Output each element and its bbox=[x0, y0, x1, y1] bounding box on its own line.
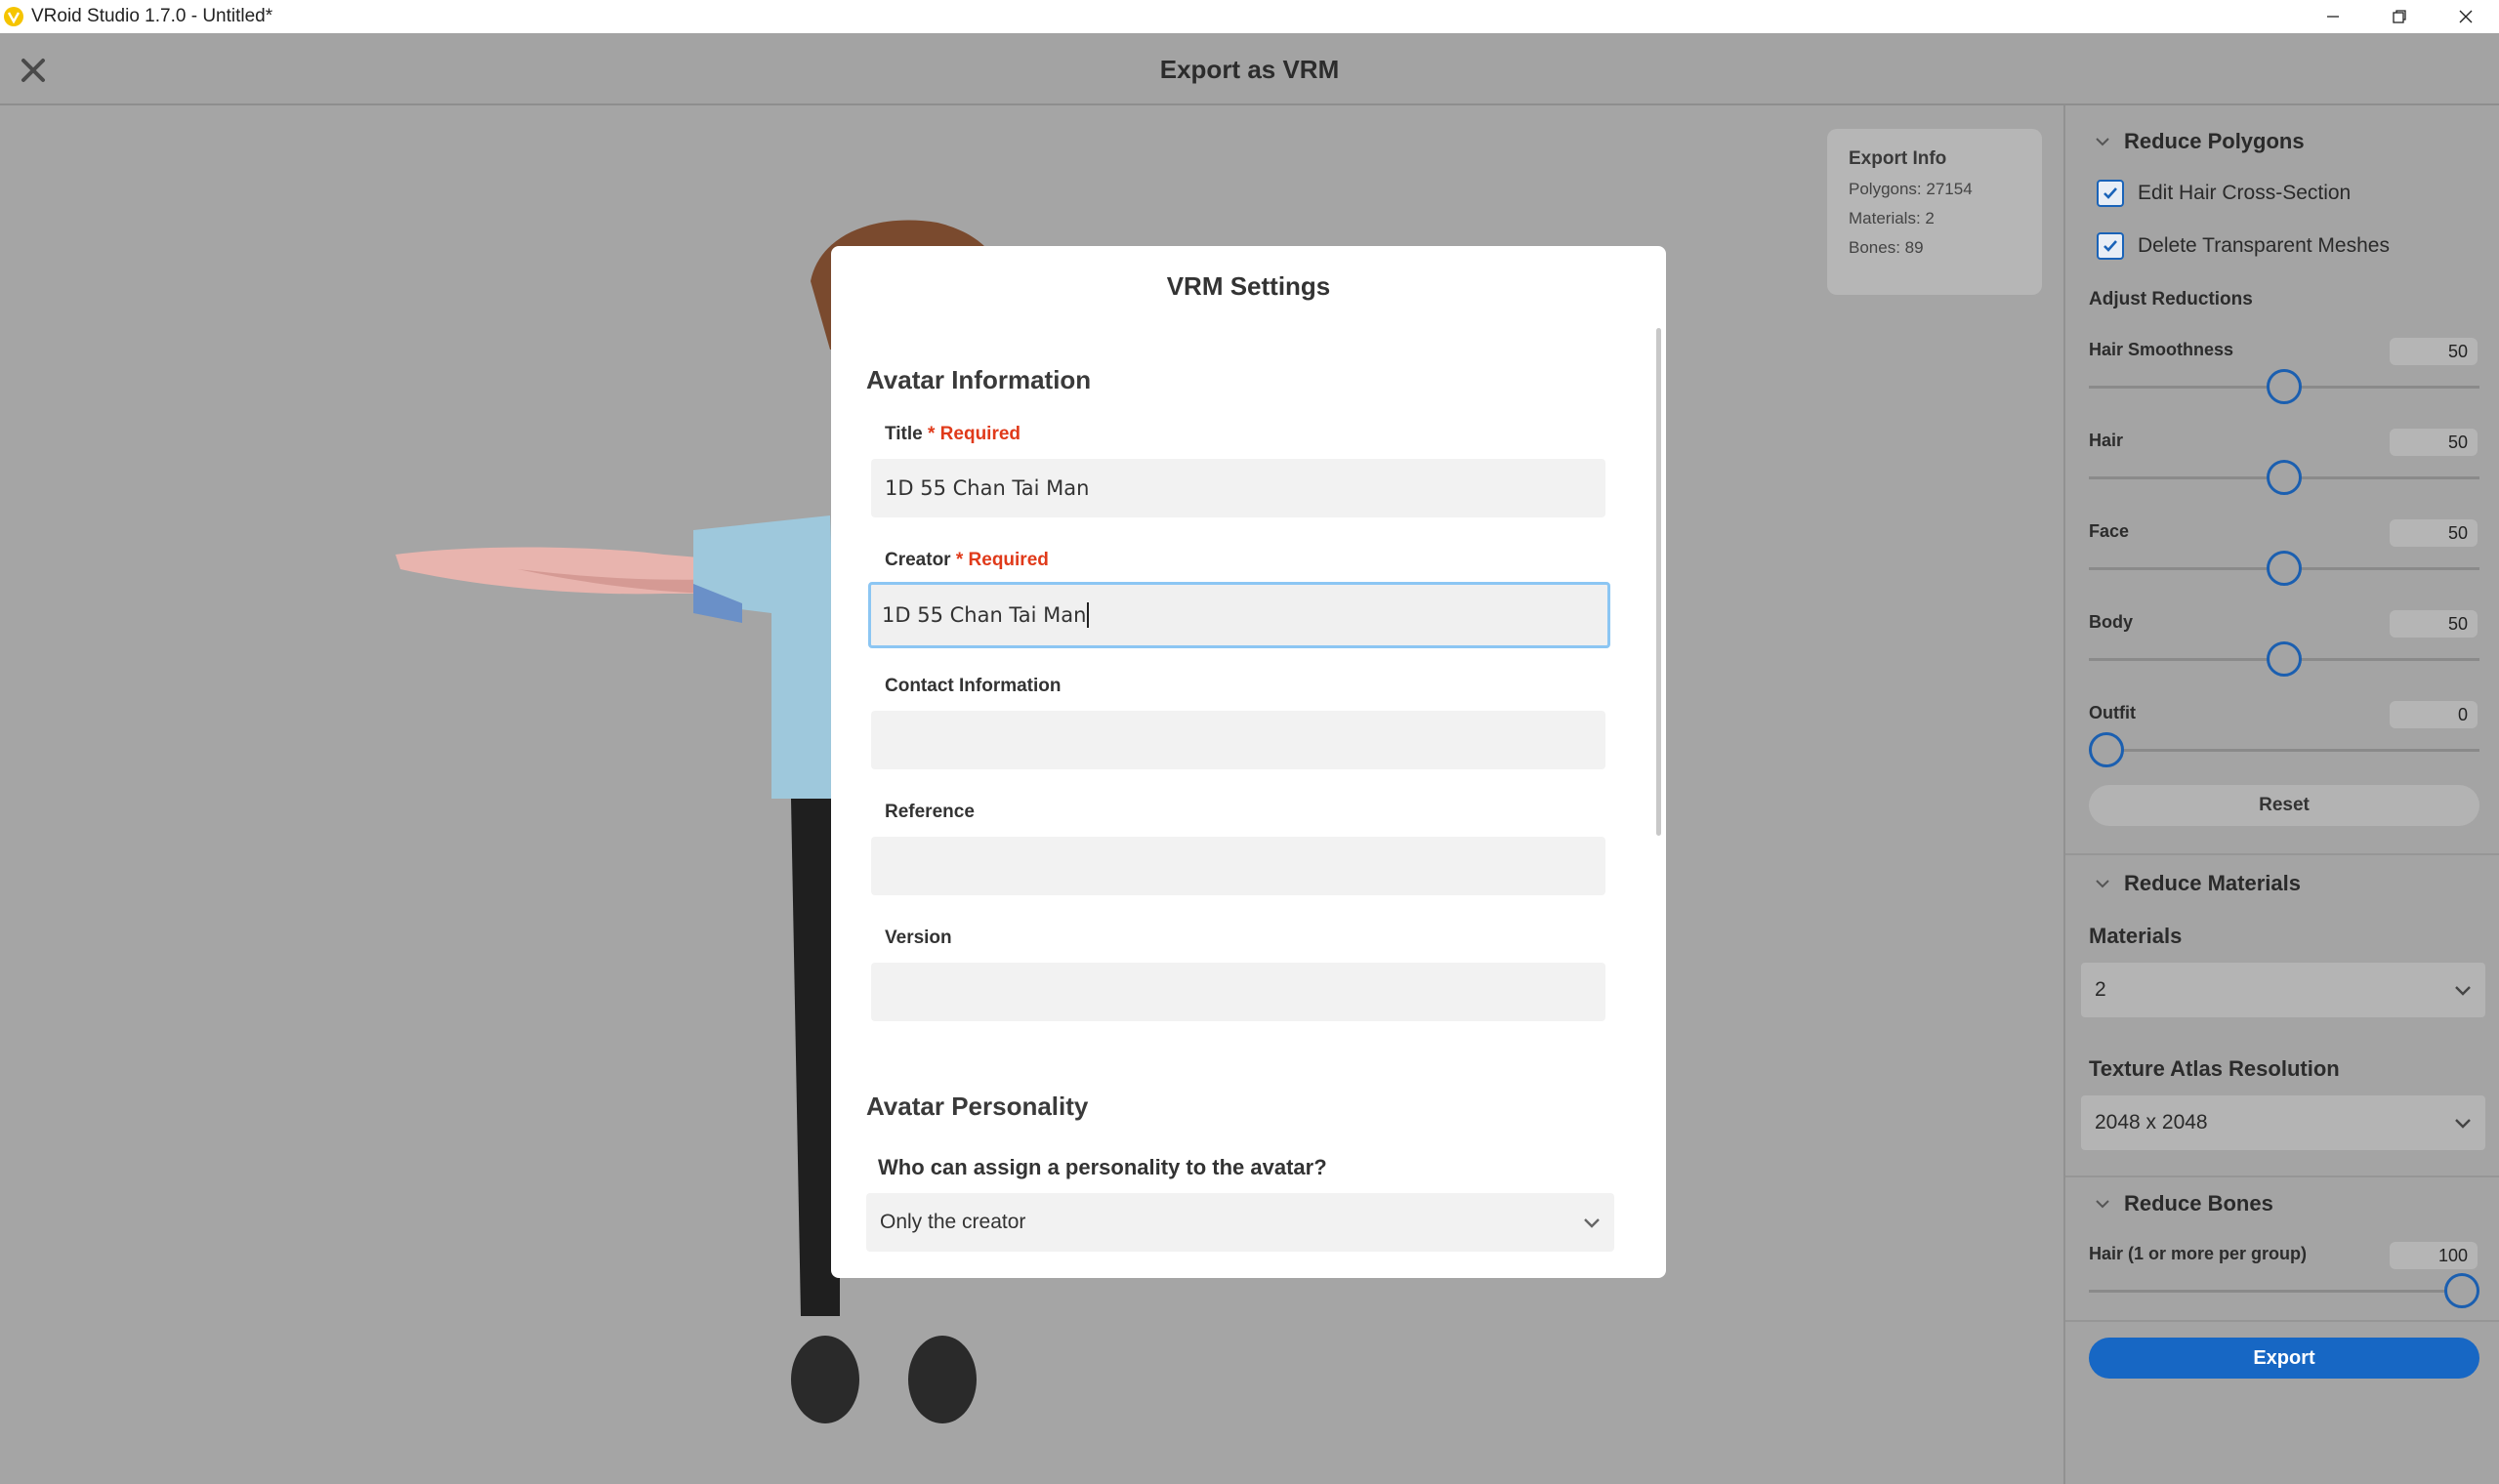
edit-hair-cross-section-checkbox[interactable]: Edit Hair Cross-Section bbox=[2097, 180, 2351, 207]
section-divider bbox=[2065, 853, 2499, 855]
restore-icon bbox=[2393, 10, 2406, 23]
personality-select-value: Only the creator bbox=[880, 1211, 1026, 1233]
slider-track-hair-bones[interactable] bbox=[2089, 1290, 2479, 1293]
avatar-personality-heading: Avatar Personality bbox=[866, 1092, 1089, 1121]
slider-thumb-hair-smoothness[interactable] bbox=[2267, 369, 2302, 404]
slider-thumb-hair[interactable] bbox=[2267, 460, 2302, 495]
required-marker: * Required bbox=[928, 424, 1021, 444]
slider-thumb-hair-bones[interactable] bbox=[2444, 1273, 2479, 1308]
text-caret bbox=[1087, 602, 1090, 628]
slider-value-face[interactable]: 50 bbox=[2390, 519, 2478, 547]
reference-field-label: Reference bbox=[885, 802, 975, 822]
export-info-title: Export Info bbox=[1849, 148, 1947, 169]
bones-count: Bones: 89 bbox=[1849, 238, 1924, 257]
edit-hair-cross-section-label: Edit Hair Cross-Section bbox=[2138, 182, 2352, 204]
contact-information-input[interactable] bbox=[871, 711, 1605, 769]
chevron-down-icon bbox=[2096, 138, 2109, 146]
reduce-materials-title: Reduce Materials bbox=[2124, 871, 2301, 895]
page-title: Export as VRM bbox=[1159, 55, 1340, 84]
checkbox-checked-icon bbox=[2097, 180, 2124, 207]
materials-select[interactable]: 2 bbox=[2081, 963, 2485, 1017]
restore-button[interactable] bbox=[2366, 0, 2433, 33]
reduce-bones-title: Reduce Bones bbox=[2124, 1191, 2273, 1216]
slider-thumb-face[interactable] bbox=[2267, 551, 2302, 586]
texture-atlas-label: Texture Atlas Resolution bbox=[2089, 1056, 2340, 1081]
title-label-text: Title bbox=[885, 424, 923, 444]
chevron-down-icon bbox=[2096, 880, 2109, 888]
reduce-bones-header[interactable]: Reduce Bones bbox=[2095, 1191, 2273, 1216]
title-field-label: Title * Required bbox=[885, 424, 1020, 445]
export-settings-panel: Reduce Polygons Edit Hair Cross-Section … bbox=[2063, 105, 2499, 1484]
texture-atlas-select-value: 2048 x 2048 bbox=[2095, 1111, 2208, 1134]
slider-label-hair-smoothness: Hair Smoothness bbox=[2089, 340, 2234, 359]
creator-input[interactable]: 1D 55 Chan Tai Man bbox=[868, 582, 1610, 648]
minimize-button[interactable] bbox=[2300, 0, 2366, 33]
app-logo-icon bbox=[4, 7, 23, 26]
version-field-label: Version bbox=[885, 928, 952, 948]
minimize-icon bbox=[2327, 16, 2339, 18]
slider-value-hair-bones[interactable]: 100 bbox=[2390, 1242, 2478, 1269]
close-icon bbox=[2459, 10, 2473, 23]
reset-button[interactable]: Reset bbox=[2089, 785, 2479, 826]
section-divider bbox=[2065, 1175, 2499, 1177]
slider-label-outfit: Outfit bbox=[2089, 703, 2136, 722]
chevron-down-icon bbox=[2455, 1119, 2471, 1129]
export-header: Export as VRM bbox=[0, 33, 2499, 105]
personality-question: Who can assign a personality to the avat… bbox=[878, 1155, 1327, 1179]
avatar-information-heading: Avatar Information bbox=[866, 365, 1092, 394]
adjust-reductions-label: Adjust Reductions bbox=[2089, 289, 2253, 309]
materials-count: Materials: 2 bbox=[1849, 209, 1935, 227]
creator-field-label: Creator * Required bbox=[885, 550, 1049, 571]
materials-select-value: 2 bbox=[2095, 978, 2106, 1001]
contact-field-label: Contact Information bbox=[885, 676, 1062, 696]
chevron-down-icon bbox=[1584, 1218, 1600, 1228]
slider-label-body: Body bbox=[2089, 612, 2133, 632]
slider-value-hair[interactable]: 50 bbox=[2390, 429, 2478, 456]
slider-thumb-body[interactable] bbox=[2267, 641, 2302, 677]
title-input-value: 1D 55 Chan Tai Man bbox=[885, 476, 1090, 500]
slider-track-outfit[interactable] bbox=[2089, 749, 2479, 752]
creator-input-value: 1D 55 Chan Tai Man bbox=[882, 603, 1087, 627]
chevron-down-icon bbox=[2096, 1200, 2109, 1209]
reduce-materials-header[interactable]: Reduce Materials bbox=[2095, 871, 2301, 896]
reduce-polygons-header[interactable]: Reduce Polygons bbox=[2095, 129, 2305, 154]
delete-transparent-meshes-checkbox[interactable]: Delete Transparent Meshes bbox=[2097, 232, 2390, 260]
dialog-scroll-area[interactable]: Avatar Information Title * Required 1D 5… bbox=[831, 326, 1666, 1278]
slider-label-face: Face bbox=[2089, 521, 2130, 541]
reference-input[interactable] bbox=[871, 837, 1605, 895]
checkbox-checked-icon bbox=[2097, 232, 2124, 260]
export-button[interactable]: Export bbox=[2089, 1338, 2479, 1379]
window-controls bbox=[2300, 0, 2499, 33]
slider-label-hair: Hair bbox=[2089, 431, 2124, 450]
window-close-button[interactable] bbox=[2433, 0, 2499, 33]
chevron-down-icon bbox=[2455, 986, 2471, 996]
title-input[interactable]: 1D 55 Chan Tai Man bbox=[871, 459, 1605, 517]
slider-value-outfit[interactable]: 0 bbox=[2390, 701, 2478, 728]
export-info-card: Export Info Polygons: 27154 Materials: 2… bbox=[1827, 129, 2042, 295]
slider-value-hair-smoothness[interactable]: 50 bbox=[2390, 338, 2478, 365]
window-title: VRoid Studio 1.7.0 - Untitled* bbox=[31, 6, 273, 26]
slider-value-body[interactable]: 50 bbox=[2390, 610, 2478, 638]
required-marker: * Required bbox=[955, 550, 1049, 570]
materials-label: Materials bbox=[2089, 924, 2183, 948]
personality-select[interactable]: Only the creator bbox=[866, 1193, 1614, 1252]
window-titlebar: VRoid Studio 1.7.0 - Untitled* bbox=[0, 0, 2499, 33]
creator-label-text: Creator bbox=[885, 550, 951, 570]
texture-atlas-select[interactable]: 2048 x 2048 bbox=[2081, 1095, 2485, 1150]
delete-transparent-meshes-label: Delete Transparent Meshes bbox=[2138, 234, 2390, 257]
dialog-title: VRM Settings bbox=[1166, 271, 1331, 301]
version-input[interactable] bbox=[871, 963, 1605, 1021]
slider-thumb-outfit[interactable] bbox=[2089, 732, 2124, 767]
polygons-count: Polygons: 27154 bbox=[1849, 180, 1973, 198]
reduce-polygons-title: Reduce Polygons bbox=[2124, 129, 2305, 153]
slider-label-hair-bones: Hair (1 or more per group) bbox=[2089, 1244, 2308, 1263]
vrm-settings-dialog: VRM Settings Avatar Information Title * … bbox=[831, 246, 1666, 1278]
section-divider bbox=[2065, 1320, 2499, 1322]
